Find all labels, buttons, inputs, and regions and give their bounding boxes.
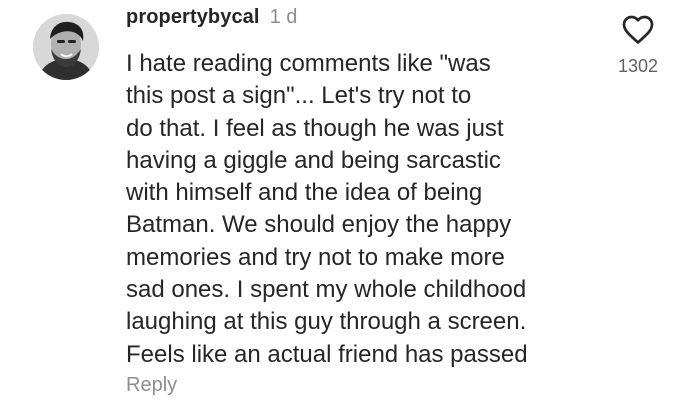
comment-time: 1 d: [269, 6, 298, 28]
avatar[interactable]: [33, 14, 99, 80]
comment-content: propertybycal 1 d I hate reading comment…: [126, 6, 596, 371]
comment-meta: propertybycal 1 d: [126, 6, 596, 36]
reply-button[interactable]: Reply: [126, 374, 177, 397]
comment-text: I hate reading comments like "was this p…: [126, 50, 528, 368]
like-count: 1302: [617, 56, 659, 76]
like-widget: 1302: [610, 14, 666, 77]
username[interactable]: propertybycal: [126, 6, 260, 29]
heart-outline-icon[interactable]: [621, 14, 655, 46]
comment: propertybycal 1 d I hate reading comment…: [0, 0, 700, 408]
